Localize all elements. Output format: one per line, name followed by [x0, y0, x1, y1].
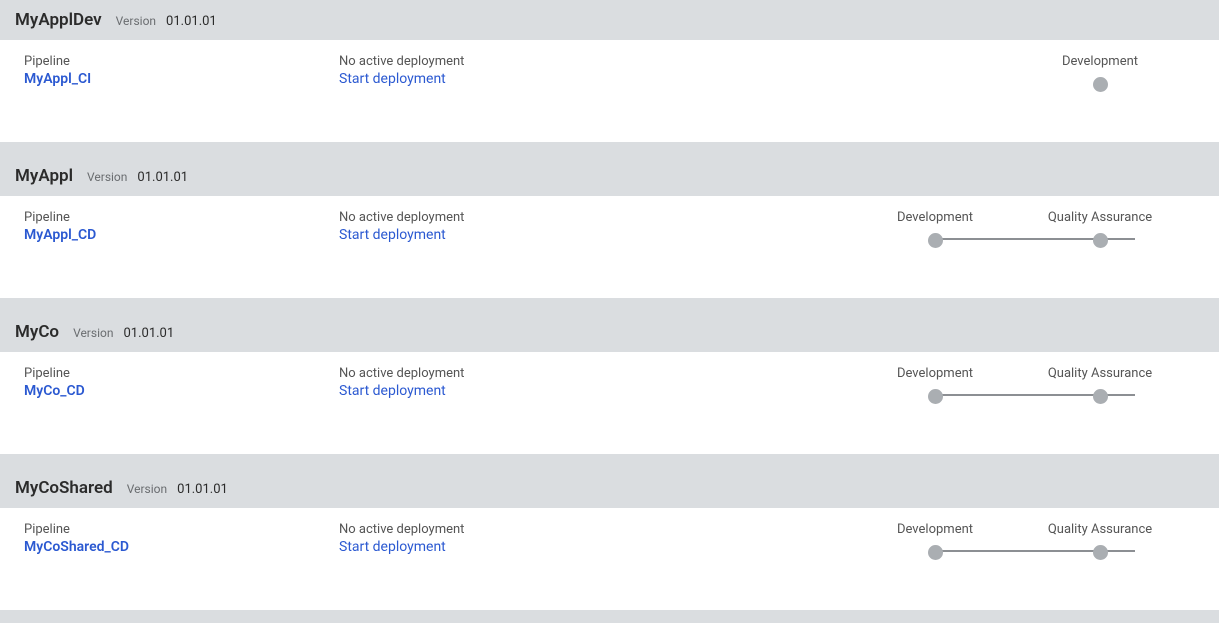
stage-dot-icon: [1093, 233, 1108, 248]
stages-column: Development Quality Assurance: [739, 210, 1195, 248]
deployment-column: No active deployment Start deployment: [339, 522, 739, 560]
stage-label: Development: [835, 210, 1035, 225]
pipeline-label: Pipeline: [24, 210, 339, 225]
pipeline-link[interactable]: MyAppl_CI: [24, 71, 91, 87]
deployment-status: No active deployment: [339, 210, 739, 225]
version-label: Version: [127, 482, 167, 496]
start-deployment-link[interactable]: Start deployment: [339, 71, 446, 87]
application-header: MyCoShared Version 01.01.01: [0, 468, 1219, 508]
stage-quality-assurance: Quality Assurance: [1035, 522, 1165, 560]
version-label: Version: [87, 170, 127, 184]
application-header: MyAppl Version 01.01.01: [0, 156, 1219, 196]
stages-track: Development: [1035, 54, 1165, 92]
pipeline-label: Pipeline: [24, 522, 339, 537]
deployment-column: No active deployment Start deployment: [339, 366, 739, 404]
application-name: MyCoShared: [15, 478, 113, 498]
application-body: Pipeline MyAppl_CI No active deployment …: [0, 40, 1219, 142]
stage-label: Development: [835, 522, 1035, 537]
pipeline-column: Pipeline MyAppl_CI: [24, 54, 339, 92]
application-card: MyCoShared Version 01.01.01 Pipeline MyC…: [0, 468, 1219, 610]
start-deployment-link[interactable]: Start deployment: [339, 227, 446, 243]
stage-development: Development: [1035, 54, 1165, 92]
application-header: MyCo Version 01.01.01: [0, 312, 1219, 352]
pipeline-column: Pipeline MyAppl_CD: [24, 210, 339, 248]
pipeline-label: Pipeline: [24, 54, 339, 69]
stage-dot-icon: [928, 545, 943, 560]
version-label: Version: [73, 326, 113, 340]
stage-label: Development: [835, 366, 1035, 381]
stage-label: Development: [1035, 54, 1165, 69]
stage-label: Quality Assurance: [1035, 366, 1165, 381]
stages-column: Development: [739, 54, 1195, 92]
application-header: MyApplDev Version 01.01.01: [0, 0, 1219, 40]
stage-development: Development: [835, 366, 1035, 404]
pipeline-link[interactable]: MyCo_CD: [24, 383, 85, 399]
stage-dot-icon: [928, 389, 943, 404]
deployment-status: No active deployment: [339, 54, 739, 69]
stage-label: Quality Assurance: [1035, 210, 1165, 225]
version-label: Version: [116, 14, 156, 28]
deployment-status: No active deployment: [339, 522, 739, 537]
application-body: Pipeline MyAppl_CD No active deployment …: [0, 196, 1219, 298]
version-value: 01.01.01: [166, 14, 217, 29]
stages-track: Development Quality Assurance: [835, 366, 1165, 404]
stage-dot-icon: [928, 233, 943, 248]
version-value: 01.01.01: [137, 170, 188, 185]
deployment-status: No active deployment: [339, 366, 739, 381]
stages-column: Development Quality Assurance: [739, 522, 1195, 560]
pipeline-link[interactable]: MyAppl_CD: [24, 227, 96, 243]
stage-dot-icon: [1093, 77, 1108, 92]
application-name: MyAppl: [15, 166, 73, 186]
application-card: MyCo Version 01.01.01 Pipeline MyCo_CD N…: [0, 312, 1219, 454]
pipeline-link[interactable]: MyCoShared_CD: [24, 539, 129, 555]
deployment-column: No active deployment Start deployment: [339, 54, 739, 92]
deployment-column: No active deployment Start deployment: [339, 210, 739, 248]
start-deployment-link[interactable]: Start deployment: [339, 539, 446, 555]
application-body: Pipeline MyCoShared_CD No active deploym…: [0, 508, 1219, 610]
pipeline-column: Pipeline MyCoShared_CD: [24, 522, 339, 560]
start-deployment-link[interactable]: Start deployment: [339, 383, 446, 399]
application-name: MyApplDev: [15, 10, 102, 30]
stages-track: Development Quality Assurance: [835, 210, 1165, 248]
stage-development: Development: [835, 210, 1035, 248]
application-card: MyApplDev Version 01.01.01 Pipeline MyAp…: [0, 0, 1219, 142]
application-card: MyAppl Version 01.01.01 Pipeline MyAppl_…: [0, 156, 1219, 298]
pipeline-column: Pipeline MyCo_CD: [24, 366, 339, 404]
version-value: 01.01.01: [177, 482, 228, 497]
application-body: Pipeline MyCo_CD No active deployment St…: [0, 352, 1219, 454]
stage-development: Development: [835, 522, 1035, 560]
stages-track: Development Quality Assurance: [835, 522, 1165, 560]
stage-quality-assurance: Quality Assurance: [1035, 366, 1165, 404]
pipeline-label: Pipeline: [24, 366, 339, 381]
stages-column: Development Quality Assurance: [739, 366, 1195, 404]
stage-label: Quality Assurance: [1035, 522, 1165, 537]
stage-quality-assurance: Quality Assurance: [1035, 210, 1165, 248]
stage-dot-icon: [1093, 389, 1108, 404]
application-name: MyCo: [15, 322, 59, 342]
applications-list: MyApplDev Version 01.01.01 Pipeline MyAp…: [0, 0, 1219, 610]
version-value: 01.01.01: [123, 326, 174, 341]
stage-dot-icon: [1093, 545, 1108, 560]
